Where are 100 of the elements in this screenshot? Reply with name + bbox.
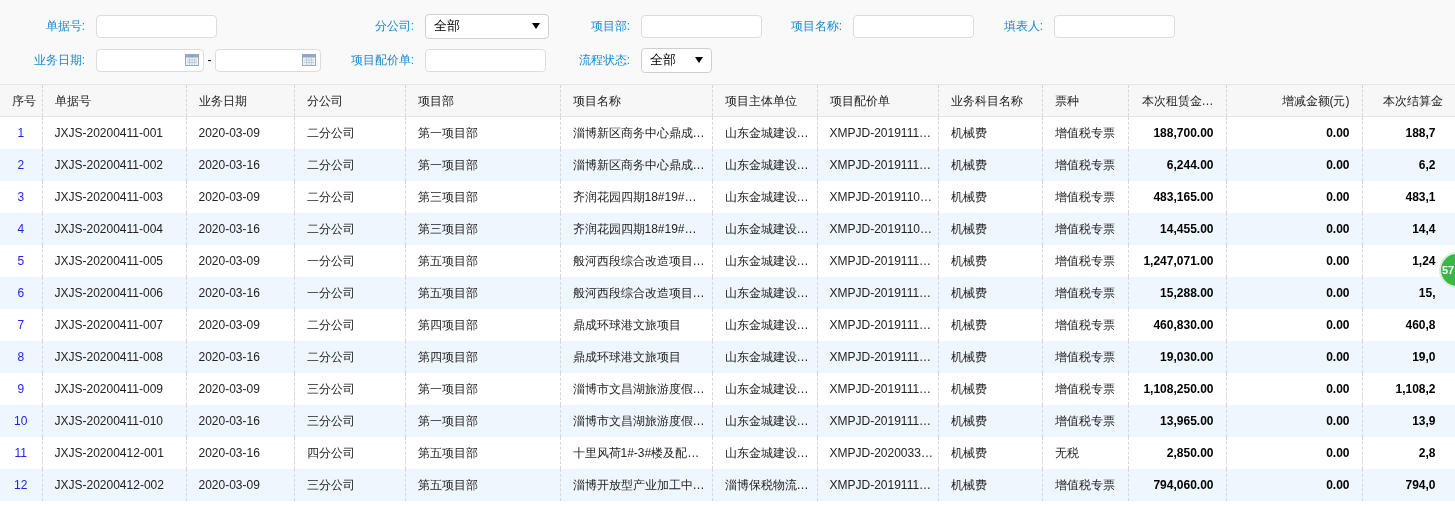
table-cell: 19,0 bbox=[1362, 340, 1455, 373]
table-cell: XMPJD-2020033… bbox=[817, 436, 938, 469]
table-cell: 0.00 bbox=[1226, 404, 1362, 437]
table-cell: 山东金城建设… bbox=[712, 244, 817, 277]
table-cell: 6,2 bbox=[1362, 148, 1455, 181]
table-cell: 山东金城建设… bbox=[712, 372, 817, 405]
table-cell: 增值税专票 bbox=[1042, 148, 1128, 181]
column-header[interactable]: 分公司 bbox=[294, 84, 405, 117]
text-field[interactable] bbox=[641, 14, 762, 38]
column-header[interactable]: 项目部 bbox=[405, 84, 560, 117]
row-number: 7 bbox=[0, 308, 42, 341]
table-cell: 机械费 bbox=[938, 276, 1042, 309]
row-number: 3 bbox=[0, 180, 42, 213]
table-cell: 增值税专票 bbox=[1042, 340, 1128, 373]
dropdown-caret-icon bbox=[532, 23, 540, 29]
table-cell: 二分公司 bbox=[294, 148, 405, 181]
row-number: 12 bbox=[0, 468, 42, 501]
filter-label: 分公司: bbox=[374, 18, 414, 34]
table-cell: 2,8 bbox=[1362, 436, 1455, 469]
table-cell: JXJS-20200411-004 bbox=[42, 212, 186, 245]
table-cell: XMPJD-2019111… bbox=[817, 148, 938, 181]
table-cell: JXJS-20200411-010 bbox=[42, 404, 186, 437]
row-number: 9 bbox=[0, 372, 42, 405]
text-field[interactable] bbox=[96, 14, 217, 38]
table-cell: 460,830.00 bbox=[1128, 308, 1226, 341]
table-cell: 十里风荷1#-3#楼及配… bbox=[560, 436, 712, 469]
table-cell: 一分公司 bbox=[294, 276, 405, 309]
table-cell: 四分公司 bbox=[294, 436, 405, 469]
table-cell: 增值税专票 bbox=[1042, 180, 1128, 213]
table-cell: 齐润花园四期18#19#… bbox=[560, 180, 712, 213]
table-cell: 第三项目部 bbox=[405, 180, 560, 213]
table-cell: 0.00 bbox=[1226, 468, 1362, 501]
table-cell: 2020-03-09 bbox=[186, 372, 294, 405]
text-field[interactable] bbox=[425, 48, 546, 72]
table-cell: 机械费 bbox=[938, 116, 1042, 149]
column-header[interactable]: 票种 bbox=[1042, 84, 1128, 117]
table-cell: XMPJD-2019111… bbox=[817, 244, 938, 277]
table-cell: 机械费 bbox=[938, 244, 1042, 277]
table-cell: 2020-03-16 bbox=[186, 436, 294, 469]
table-cell: 二分公司 bbox=[294, 116, 405, 149]
table-cell: XMPJD-2019110… bbox=[817, 212, 938, 245]
table-cell: JXJS-20200411-003 bbox=[42, 180, 186, 213]
table-cell: 般河西段综合改造项目… bbox=[560, 244, 712, 277]
table-cell: 15,288.00 bbox=[1128, 276, 1226, 309]
table-cell: 机械费 bbox=[938, 308, 1042, 341]
table-cell: 第一项目部 bbox=[405, 148, 560, 181]
table-cell: 2020-03-16 bbox=[186, 148, 294, 181]
table-cell: XMPJD-2019111… bbox=[817, 276, 938, 309]
table-cell: 淄博新区商务中心鼎成… bbox=[560, 148, 712, 181]
table-cell: 淄博保税物流… bbox=[712, 468, 817, 501]
calendar-icon[interactable] bbox=[302, 54, 316, 66]
date-field[interactable] bbox=[215, 48, 321, 72]
column-header[interactable]: 本次结算金 bbox=[1362, 84, 1455, 117]
row-number: 6 bbox=[0, 276, 42, 309]
calendar-icon[interactable] bbox=[185, 54, 199, 66]
table-cell: 第一项目部 bbox=[405, 116, 560, 149]
date-field[interactable] bbox=[96, 48, 204, 72]
table-cell: JXJS-20200411-005 bbox=[42, 244, 186, 277]
table-cell: 机械费 bbox=[938, 468, 1042, 501]
column-header[interactable]: 业务科目名称 bbox=[938, 84, 1042, 117]
column-header[interactable]: 项目配价单 bbox=[817, 84, 938, 117]
table-cell: 483,165.00 bbox=[1128, 180, 1226, 213]
table-cell: 0.00 bbox=[1226, 180, 1362, 213]
table-cell: JXJS-20200411-001 bbox=[42, 116, 186, 149]
table-cell: 2,850.00 bbox=[1128, 436, 1226, 469]
table-cell: 增值税专票 bbox=[1042, 244, 1128, 277]
text-field[interactable] bbox=[853, 14, 974, 38]
table-cell: 188,7 bbox=[1362, 116, 1455, 149]
table-cell: 二分公司 bbox=[294, 308, 405, 341]
table-cell: 2020-03-09 bbox=[186, 244, 294, 277]
column-header[interactable]: 单据号 bbox=[42, 84, 186, 117]
table-cell: 2020-03-09 bbox=[186, 308, 294, 341]
table-cell: 14,455.00 bbox=[1128, 212, 1226, 245]
table-cell: 机械费 bbox=[938, 340, 1042, 373]
table-cell: 山东金城建设… bbox=[712, 148, 817, 181]
row-number: 10 bbox=[0, 404, 42, 437]
table-cell: 鼎成环球港文旅项目 bbox=[560, 340, 712, 373]
column-header[interactable]: 序号 bbox=[0, 84, 42, 117]
table-cell: XMPJD-2019111… bbox=[817, 468, 938, 501]
table-cell: 0.00 bbox=[1226, 340, 1362, 373]
dropdown[interactable]: 全部 bbox=[425, 13, 549, 39]
table-cell: 淄博新区商务中心鼎成… bbox=[560, 116, 712, 149]
filter-label: 项目名称: bbox=[790, 18, 842, 34]
column-header[interactable]: 增减金额(元) bbox=[1226, 84, 1362, 117]
table-cell: 794,0 bbox=[1362, 468, 1455, 501]
column-header[interactable]: 本次租赁金… bbox=[1128, 84, 1226, 117]
table-cell: 二分公司 bbox=[294, 180, 405, 213]
table-cell: 1,108,2 bbox=[1362, 372, 1455, 405]
column-header[interactable]: 业务日期 bbox=[186, 84, 294, 117]
dropdown[interactable]: 全部 bbox=[641, 47, 712, 73]
table-cell: XMPJD-2019111… bbox=[817, 308, 938, 341]
table-cell: 齐润花园四期18#19#… bbox=[560, 212, 712, 245]
column-header[interactable]: 项目名称 bbox=[560, 84, 712, 117]
table-cell: 0.00 bbox=[1226, 244, 1362, 277]
column-header[interactable]: 项目主体单位 bbox=[712, 84, 817, 117]
table-cell: JXJS-20200411-007 bbox=[42, 308, 186, 341]
text-field[interactable] bbox=[1054, 14, 1175, 38]
table-cell: XMPJD-2019111… bbox=[817, 404, 938, 437]
table-cell: 0.00 bbox=[1226, 372, 1362, 405]
table-cell: XMPJD-2019110… bbox=[817, 180, 938, 213]
